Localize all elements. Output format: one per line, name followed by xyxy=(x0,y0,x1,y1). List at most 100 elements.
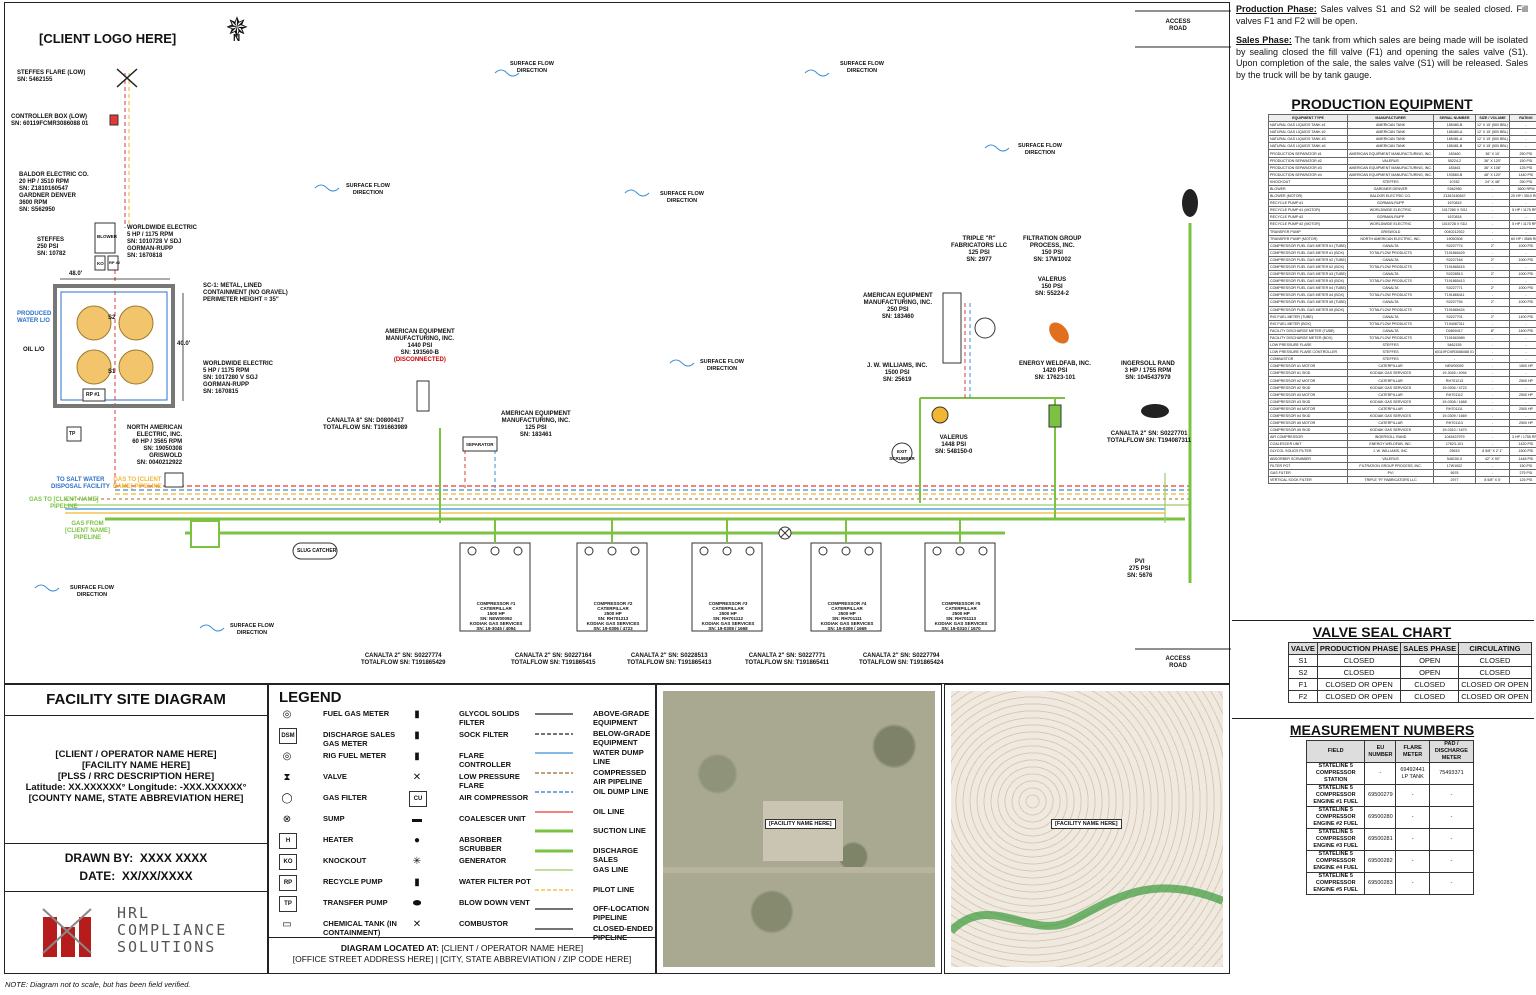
north-american-electric-label: NORTH AMERICAN ELECTRIC, INC. 60 HP / 3565… xyxy=(127,425,183,466)
measurement-row: STATELINE 5 COMPRESSOR ENGINE #2 FUEL 695… xyxy=(1305,806,1475,829)
table-cell: 8 5/8" X 2' 1" xyxy=(1475,447,1510,456)
table-cell: - xyxy=(1475,220,1510,229)
slug-catcher-label: SLUG CATCHER xyxy=(297,548,337,554)
table-cell: - xyxy=(1475,206,1510,215)
ko-label: KO xyxy=(97,261,104,266)
table-cell: 125 PSI xyxy=(1509,163,1536,172)
steffes-knockout-label: STEFFES 250 PSI SN: 10782 xyxy=(37,237,66,257)
table-cell: 2" xyxy=(1475,298,1510,307)
table-cell: GORMAN-RUPP xyxy=(1347,213,1434,222)
table-cell: COMPRESSOR #3 MOTOR xyxy=(1267,390,1349,399)
table-cell: WORLDWIDE ELECTRIC xyxy=(1347,220,1434,229)
table-cell: COMPRESSOR #5 SKID xyxy=(1267,426,1349,435)
divider xyxy=(1232,718,1534,719)
equipment-row: RECYCLE PUMP #1 (MOTOR) WORLDWIDE ELECTRI… xyxy=(1267,206,1536,215)
equipment-row: NATURAL GAS LIQUIDS TANK #2 AMERICAN TANK… xyxy=(1267,128,1536,137)
table-cell: STEFFES xyxy=(1347,177,1434,186)
legend-item: GLYCOL SOLIDS FILTER xyxy=(459,709,520,727)
table-cell: - xyxy=(1475,440,1510,449)
table-cell: COMPRESSOR #2 MOTOR xyxy=(1267,376,1349,385)
table-cell: 3 HP / 1755 RPM xyxy=(1509,433,1536,442)
legend-line-icon xyxy=(535,908,573,910)
legend-symbol-icon: ▮ xyxy=(414,876,420,888)
table-cell: 69500281 xyxy=(1364,828,1397,851)
table-cell: 1670815 xyxy=(1432,199,1477,208)
table-cell: STATELINE 5 COMPRESSOR STATION xyxy=(1305,762,1366,785)
table-cell: 19050308 xyxy=(1432,234,1477,243)
table-cell: 185480-A xyxy=(1432,128,1477,137)
table-cell: Z1810160547 xyxy=(1432,192,1477,201)
table-cell: - xyxy=(1475,419,1510,428)
produced-water-label: PRODUCED WATER L/O xyxy=(17,311,52,324)
equipment-row: KNOCKOUT STEFFES 10782 24" X 48" 250 PSI xyxy=(1267,177,1536,186)
table-cell: CANALTA xyxy=(1347,270,1434,279)
measurement-numbers-title: MEASUREMENT NUMBERS xyxy=(1289,722,1475,738)
table-cell: - xyxy=(1475,383,1510,392)
legend: LEGEND FUEL GAS METER ◎ DISCHARGE SALES GA… xyxy=(268,684,656,974)
equipment-row: TRANSFER PUMP (MOTOR) NORTH AMERICAN ELEC… xyxy=(1267,234,1536,243)
hrl-logo-text: HRL COMPLIANCE SOLUTIONS xyxy=(117,904,228,956)
table-cell: COMPRESSOR #2 SKID xyxy=(1267,383,1349,392)
title-block: FACILITY SITE DIAGRAM [CLIENT / OPERATOR… xyxy=(4,684,268,974)
measurement-row: STATELINE 5 COMPRESSOR STATION -69492441 … xyxy=(1305,762,1475,785)
table-cell: 2500 HP xyxy=(1509,419,1536,428)
equipment-row: BLOWER (MOTOR) BALDOR ELECTRIC CO. Z181016… xyxy=(1267,192,1536,201)
legend-item: OFF-LOCATION PIPELINE xyxy=(593,904,650,922)
diagram-location: DIAGRAM LOCATED AT: [CLIENT / OPERATOR N… xyxy=(292,943,632,964)
equipment-row: GAS FILTER PVI 5676-275 PSI xyxy=(1267,468,1536,477)
table-cell: RH701113 xyxy=(1432,419,1477,428)
column-header: CIRCULATING xyxy=(1458,642,1532,655)
exit-scrubber-label: EXIT SCRUBBER xyxy=(889,449,915,461)
compressor-2-meter-label: CANALTA 2" SN: S0227164 TOTALFLOW SN: T19… xyxy=(511,653,596,666)
legend-line-icon xyxy=(535,888,573,891)
equipment-row: COMPRESSOR #2 MOTOR CATERPILLAR RH701213-2… xyxy=(1267,376,1536,385)
legend-symbol-icon: ▮ xyxy=(414,708,420,720)
topo-facility-tag: [FACILITY NAME HERE] xyxy=(1051,819,1122,829)
legend-title: LEGEND xyxy=(279,689,342,706)
table-cell: STATELINE 5 COMPRESSOR ENGINE #2 FUEL xyxy=(1305,806,1366,829)
table-cell: RECYCLE PUMP #2 (MOTOR) xyxy=(1267,220,1349,229)
table-cell: 55224-2 xyxy=(1432,156,1477,165)
table-cell: 1000 PSI xyxy=(1509,270,1536,279)
table-cell: - xyxy=(1509,262,1536,272)
table-cell: CATERPILLAR xyxy=(1347,404,1434,413)
table-cell: RH701111 xyxy=(1432,404,1477,413)
table-cell: NATURAL GAS LIQUIDS TANK #1 xyxy=(1267,121,1349,130)
equipment-row: AIR COMPRESSOR INGERSOLL RAND 1045437979-3… xyxy=(1267,433,1536,442)
table-cell: F2 xyxy=(1288,690,1318,703)
table-cell: - xyxy=(1395,806,1430,829)
table-cell: CANALTA xyxy=(1347,255,1434,264)
dimension-right: 40.0' xyxy=(177,341,191,347)
table-cell: 2500 HP xyxy=(1509,390,1536,399)
table-cell: STEFFES xyxy=(1347,340,1434,350)
table-cell: 1420 PSI xyxy=(1509,440,1536,449)
table-cell: TOTALFLOW PRODUCTS xyxy=(1347,291,1434,300)
table-header-row: FIELD EU NUMBER FLARE METER PAD / DISCHARGE… xyxy=(1305,740,1475,763)
legend-item: SUMP xyxy=(323,814,345,823)
table-cell: T191865411 xyxy=(1432,291,1477,300)
table-cell: T191865424 xyxy=(1432,305,1477,314)
table-cell: S0227164 xyxy=(1432,255,1477,264)
table-cell: VERTICAL SOCK FILTER xyxy=(1267,475,1349,484)
legend-symbol-icon: ⬬ xyxy=(412,897,422,909)
table-cell: TOTALFLOW PRODUCTS xyxy=(1347,262,1434,272)
table-cell: AMERICAN EQUIPMENT MANUFACTURING, INC. xyxy=(1347,170,1434,179)
table-cell: S0227771 xyxy=(1432,284,1477,293)
table-cell: 193560-B xyxy=(1432,170,1477,179)
table-cell: 250 PSI xyxy=(1509,149,1536,158)
table-cell: - xyxy=(1428,806,1475,829)
filtration-group-label: FILTRATION GROUP PROCESS, INC. 150 PSI SN: … xyxy=(1023,236,1082,263)
table-cell: - xyxy=(1475,227,1510,236)
table-cell: - xyxy=(1509,426,1536,435)
table-cell: COMPRESSOR FUEL GAS METER #3 (BOX) xyxy=(1267,277,1349,286)
table-cell: TOTALFLOW PRODUCTS xyxy=(1347,305,1434,314)
table-cell: CLOSED OR OPEN xyxy=(1458,690,1532,703)
equipment-row: PRODUCTION SEPARATOR #3 AMERICAN EQUIPMEN… xyxy=(1267,163,1536,172)
table-cell: OPEN xyxy=(1400,654,1460,667)
legend-item: FUEL GAS METER xyxy=(323,709,390,718)
table-cell: - xyxy=(1475,376,1510,385)
table-cell: COMPRESSOR #5 MOTOR xyxy=(1267,419,1349,428)
table-cell: TOTALFLOW PRODUCTS xyxy=(1347,248,1434,257)
equipment-row: NATURAL GAS LIQUIDS TANK #3 AMERICAN TANK… xyxy=(1267,135,1536,144)
legend-item: LOW PRESSURE FLARE xyxy=(459,772,520,790)
